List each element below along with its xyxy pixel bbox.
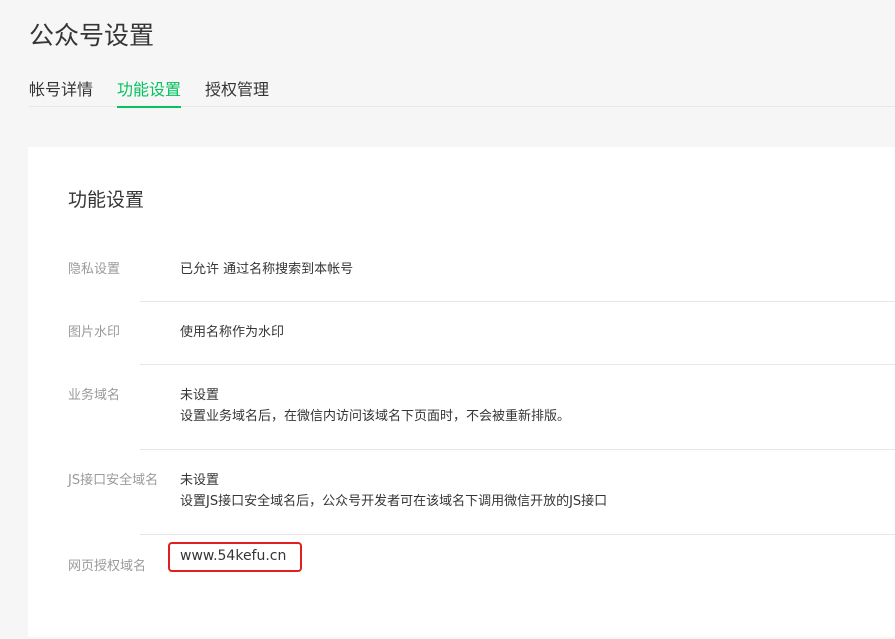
row-description: 设置JS接口安全域名后，公众号开发者可在该域名下调用微信开放的JS接口 <box>180 494 608 509</box>
row-value: 已允许 通过名称搜索到本帐号 <box>180 262 354 277</box>
divider <box>140 301 895 302</box>
divider <box>140 364 895 365</box>
row-value: 未设置 <box>180 388 220 403</box>
row-value: 未设置 <box>180 473 220 488</box>
row-label: 业务域名 <box>68 388 121 403</box>
page-title: 公众号设置 <box>29 21 155 50</box>
row-value: 使用名称作为水印 <box>180 325 285 340</box>
row-description: 设置业务域名后，在微信内访问该域名下页面时，不会被重新排版。 <box>180 409 571 424</box>
settings-card: 功能设置 隐私设置 已允许 通过名称搜索到本帐号 图片水印 使用名称作为水印 业… <box>28 147 895 637</box>
tab-account-details[interactable]: 帐号详情 <box>29 70 93 107</box>
divider <box>140 534 895 535</box>
tab-authorization-management[interactable]: 授权管理 <box>205 70 269 107</box>
tab-feature-settings[interactable]: 功能设置 <box>117 70 182 108</box>
row-label: 隐私设置 <box>68 262 121 277</box>
row-label: 网页授权域名 <box>68 559 147 574</box>
row-label: JS接口安全域名 <box>68 473 159 488</box>
row-label: 图片水印 <box>68 325 121 340</box>
card-title: 功能设置 <box>68 189 145 211</box>
oauth-domain-value: www.54kefu.cn <box>168 542 302 572</box>
tab-bar: 帐号详情 功能设置 授权管理 <box>29 70 895 108</box>
divider <box>140 449 895 450</box>
